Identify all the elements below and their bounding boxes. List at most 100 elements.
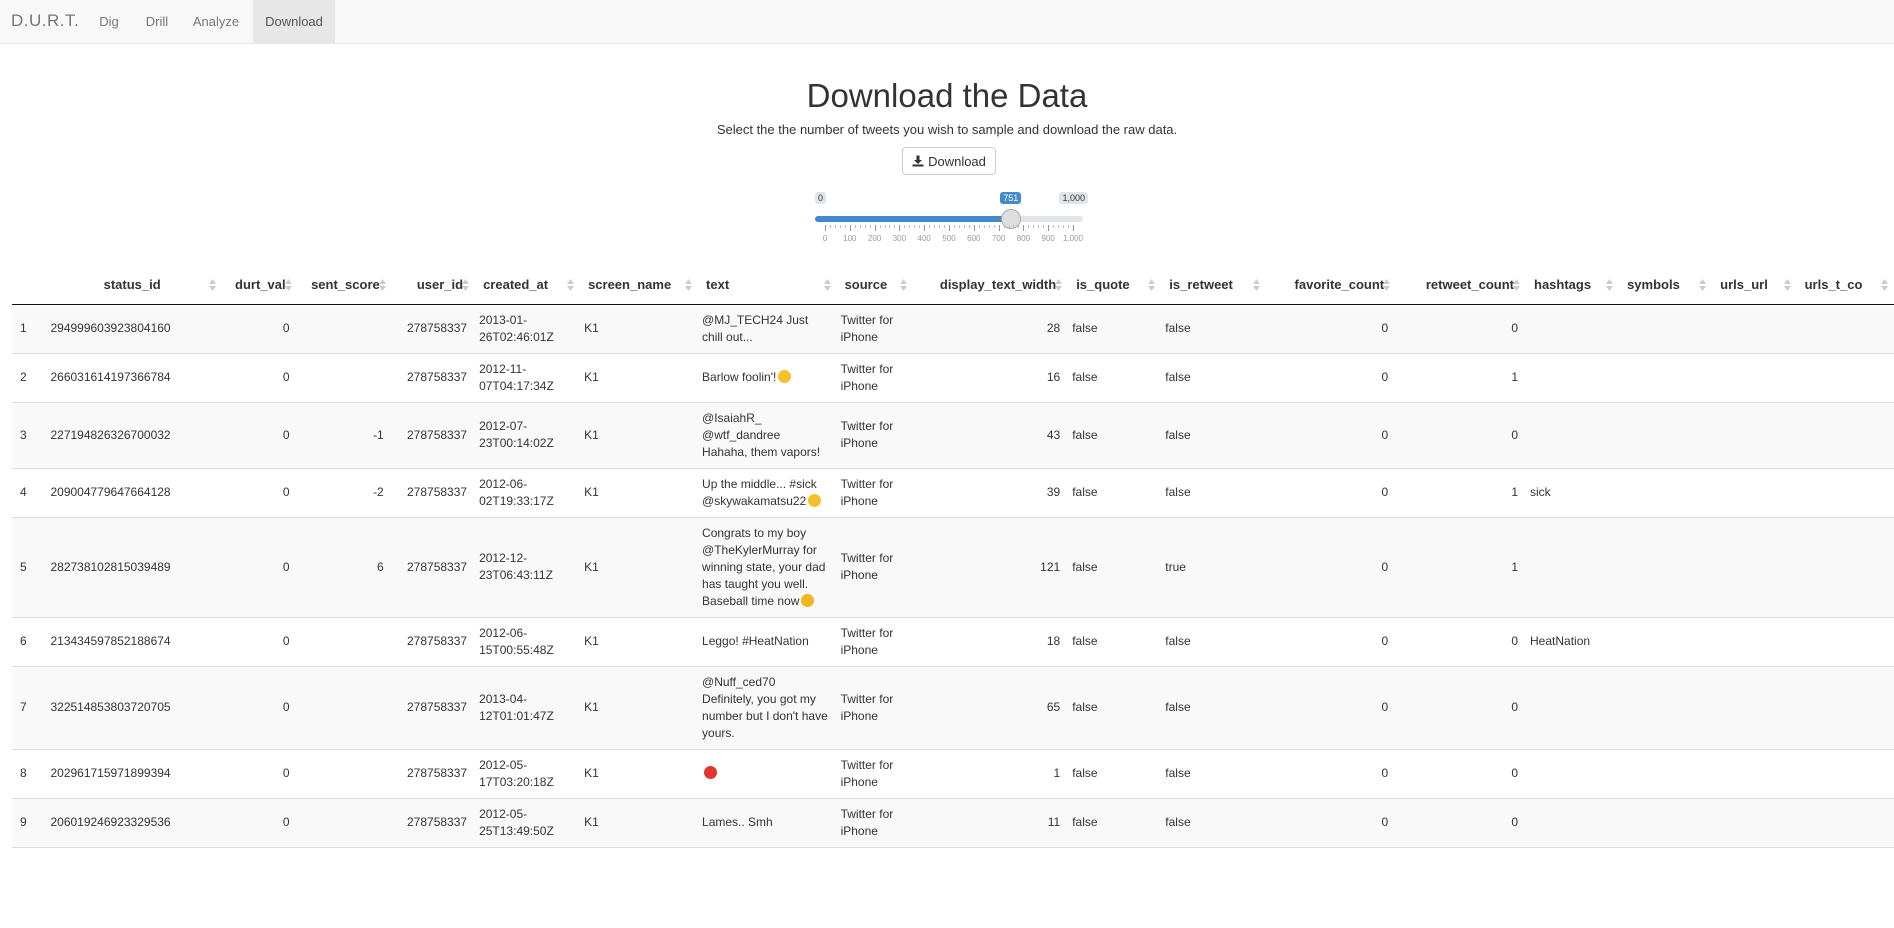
table-row[interactable]: 3 227194826326700032 0 -1 278758337 2012-07-2… — [12, 402, 1894, 469]
column-header-is-retweet[interactable]: is_retweet — [1159, 266, 1265, 305]
slider-tick — [1048, 225, 1050, 231]
cell-text — [696, 749, 835, 799]
sort-icon[interactable] — [823, 279, 831, 291]
table-row[interactable]: 7 322514853803720705 0 278758337 2013-04-12T… — [12, 666, 1894, 750]
column-header-label: urls_t_co — [1804, 277, 1863, 293]
data-table: status_id durt_val sent_score user_id create… — [12, 266, 1894, 848]
cell-urls-t-co — [1794, 468, 1892, 518]
cell-sent-score: -2 — [295, 468, 390, 518]
column-header-display-text-width[interactable]: display_text_width — [911, 266, 1067, 305]
sort-icon[interactable] — [1148, 279, 1156, 291]
column-header-index[interactable] — [12, 266, 45, 305]
column-header-screen-name[interactable]: screen_name — [578, 266, 697, 305]
sort-icon[interactable] — [567, 279, 575, 291]
cell-display-text-width: 39 — [911, 468, 1067, 518]
column-header-created-at[interactable]: created_at — [473, 266, 579, 305]
tab-download[interactable]: Download — [253, 0, 335, 43]
sort-icon[interactable] — [1513, 279, 1520, 291]
column-header-status-id[interactable]: status_id — [44, 266, 220, 305]
slider-minor-tick — [993, 225, 995, 228]
cell-retweet-count: 0 — [1394, 617, 1524, 667]
sort-icon[interactable] — [1606, 279, 1614, 291]
column-header-favorite-count[interactable]: favorite_count — [1264, 266, 1395, 305]
sort-icon[interactable] — [1055, 279, 1063, 291]
cell-status-id: 227194826326700032 — [44, 402, 220, 469]
cell-symbols — [1617, 353, 1711, 403]
column-header-is-quote[interactable]: is_quote — [1066, 266, 1160, 305]
tab-drill[interactable]: Drill — [136, 0, 178, 43]
slider-tick — [1023, 225, 1025, 231]
column-header-label: is_quote — [1076, 277, 1130, 293]
column-header-hashtags[interactable]: hashtags — [1524, 266, 1618, 305]
table-row[interactable]: 4 209004779647664128 0 -2 278758337 2012-06-0… — [12, 468, 1894, 518]
data-table-container[interactable]: status_id durt_val sent_score user_id create… — [12, 266, 1894, 928]
cell-display-text-width: 65 — [911, 666, 1067, 750]
table-row[interactable]: 1 294999603923804160 0 278758337 2013-01-26T… — [12, 304, 1894, 354]
tab-dig[interactable]: Dig — [88, 0, 130, 43]
cell-is-quote: false — [1066, 353, 1160, 403]
page-subtitle: Select the the number of tweets you wish… — [716, 122, 1178, 137]
column-header-label: text — [706, 277, 730, 293]
cell-retweet-count: 1 — [1394, 468, 1524, 518]
smiling-emoji-icon — [808, 493, 822, 507]
cell-urls-url — [1710, 402, 1795, 469]
column-header-text[interactable]: text — [696, 266, 835, 305]
sort-icon[interactable] — [685, 279, 693, 291]
cell-sent-score — [295, 304, 390, 354]
cell-user-id: 278758337 — [389, 304, 474, 354]
table-row[interactable]: 5 282738102815039489 0 6 278758337 2012-12-23… — [12, 517, 1894, 618]
sort-icon[interactable] — [1253, 279, 1261, 291]
column-header-sent-score[interactable]: sent_score — [295, 266, 390, 305]
cell-urls-t-co — [1794, 402, 1892, 469]
tweet-text: Up the middle... #sick @skywakamatsu22 — [702, 476, 817, 508]
cell-hashtags — [1524, 517, 1618, 618]
cell-created-at: 2013-01-26T02:46:01Z — [473, 304, 579, 354]
cell-urls-url — [1710, 617, 1795, 667]
sort-icon[interactable] — [1699, 279, 1707, 291]
slider-tick — [899, 225, 901, 231]
sort-icon[interactable] — [284, 279, 292, 291]
column-header-retweet-count[interactable]: retweet_count — [1394, 266, 1524, 305]
column-header-urls-t-co[interactable]: urls_t_co — [1794, 266, 1892, 305]
column-header-source[interactable]: source — [834, 266, 912, 305]
column-header-label: symbols — [1627, 277, 1680, 293]
sample-size-slider[interactable]: 0 1,000 751 0 100 200 300 400 500 600 700 800 900… — [812, 190, 1088, 246]
column-header-symbols[interactable]: symbols — [1617, 266, 1711, 305]
table-row[interactable]: 6 213434597852188674 0 278758337 2012-06-15T… — [12, 617, 1894, 667]
slider-minor-tick — [1018, 225, 1020, 228]
tab-analyze[interactable]: Analyze — [186, 0, 246, 43]
cell-user-id: 278758337 — [389, 749, 474, 799]
table-row[interactable]: 8 202961715971899394 0 278758337 2012-05-17T… — [12, 749, 1894, 799]
cell-hashtags — [1524, 304, 1618, 354]
cell-screen-name: K1 — [578, 749, 697, 799]
sort-icon[interactable] — [900, 279, 908, 291]
cell-urls-t-co — [1794, 666, 1892, 750]
cell-urls-t-co — [1794, 304, 1892, 354]
cell-urls-url — [1710, 798, 1795, 848]
sort-icon[interactable] — [1783, 279, 1791, 291]
slider-tick-label: 900 — [1041, 234, 1055, 243]
download-button[interactable]: Download — [902, 147, 996, 175]
table-body: 1 294999603923804160 0 278758337 2013-01-26T… — [12, 304, 1894, 848]
column-header-user-id[interactable]: user_id — [389, 266, 474, 305]
cell-screen-name: K1 — [578, 402, 697, 469]
app-brand[interactable]: D.U.R.T. — [11, 11, 79, 31]
cell-urls-url — [1710, 517, 1795, 618]
column-header-durt-val[interactable]: durt_val — [219, 266, 296, 305]
slider-minor-tick — [953, 225, 955, 228]
cell-sent-score — [295, 749, 390, 799]
grinning-sweat-emoji-icon — [778, 370, 792, 383]
cell-source: Twitter for iPhone — [834, 517, 912, 618]
sort-icon[interactable] — [1383, 279, 1391, 291]
slider-minor-tick — [944, 225, 946, 228]
cell-urls-t-co — [1794, 798, 1892, 848]
column-header-urls-url[interactable]: urls_url — [1710, 266, 1795, 305]
sort-icon[interactable] — [462, 279, 470, 291]
slider-tick — [825, 225, 826, 231]
table-row[interactable]: 2 266031614197366784 0 278758337 2012-11-07T… — [12, 353, 1894, 403]
sort-icon[interactable] — [1880, 279, 1888, 291]
sort-icon[interactable] — [378, 279, 386, 291]
table-row[interactable]: 9 206019246923329536 0 278758337 2012-05-25T… — [12, 798, 1894, 848]
sort-icon[interactable] — [208, 279, 216, 291]
column-header-label: retweet_count — [1425, 277, 1514, 293]
